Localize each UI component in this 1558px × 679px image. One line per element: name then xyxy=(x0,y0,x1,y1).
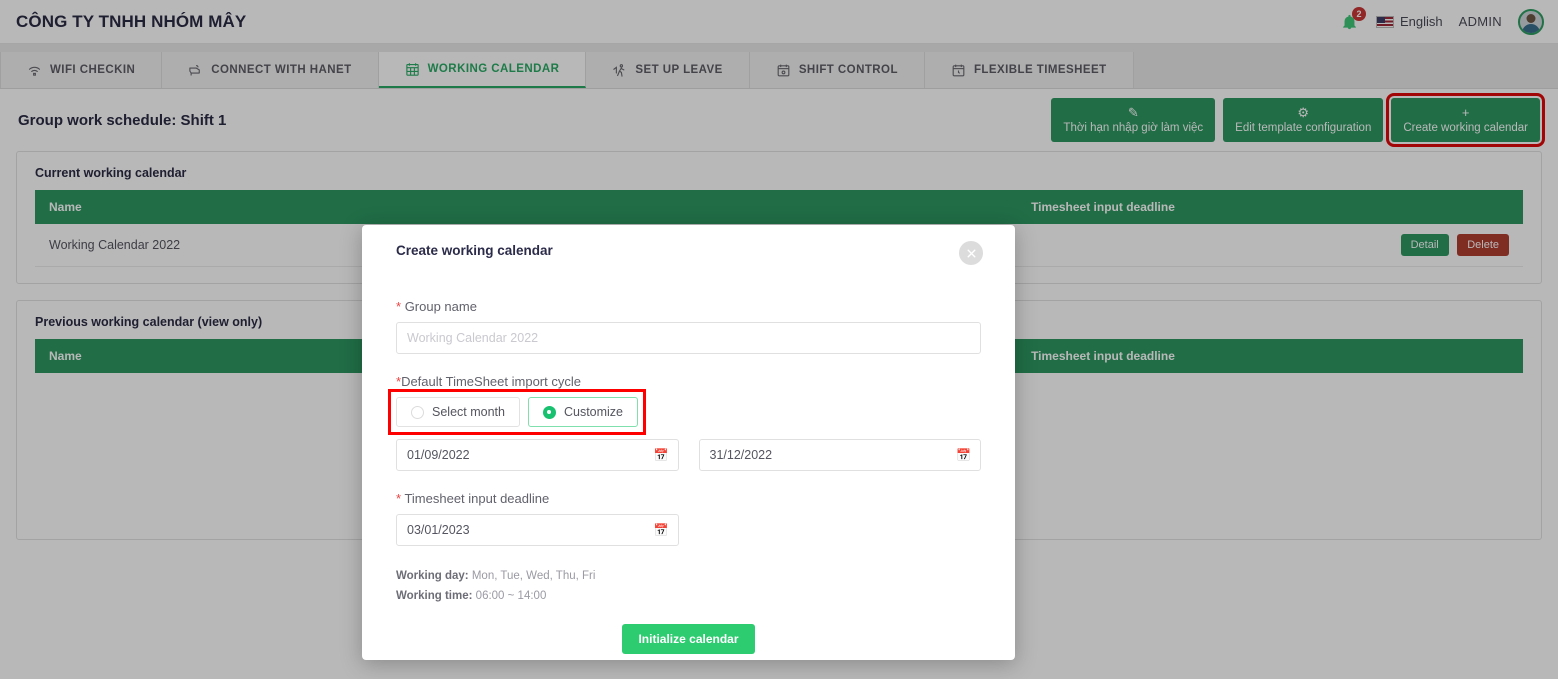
import-cycle-field-block: *Default TimeSheet import cycle Select m… xyxy=(387,374,981,471)
deadline-label: * Timesheet input deadline xyxy=(396,491,981,506)
modal-footer: Initialize calendar xyxy=(396,606,981,655)
close-circle-icon[interactable] xyxy=(959,241,983,265)
working-day-label: Working day: xyxy=(396,570,469,582)
group-name-label: * Group name xyxy=(396,299,981,314)
import-cycle-label: *Default TimeSheet import cycle xyxy=(396,374,981,389)
deadline-date-input[interactable] xyxy=(396,514,679,546)
schedule-meta: Working day: Mon, Tue, Wed, Thu, Fri Wor… xyxy=(396,566,981,606)
required-asterisk: * xyxy=(396,299,402,314)
field-label-text: Group name xyxy=(404,299,477,314)
field-label-text: Timesheet input deadline xyxy=(404,491,550,506)
deadline-row-spacer xyxy=(699,514,982,546)
modal-body: * Group name *Default TimeSheet import c… xyxy=(380,265,997,655)
deadline-row: 📅 xyxy=(396,514,981,546)
end-date-input[interactable] xyxy=(698,439,981,471)
end-date-wrapper: 📅 xyxy=(698,439,981,471)
import-cycle-radio-group: Select month Customize xyxy=(387,389,647,435)
working-time-label: Working time: xyxy=(396,590,473,603)
radio-label: Customize xyxy=(563,405,624,419)
start-date-wrapper: 📅 xyxy=(396,439,679,471)
deadline-field-block: * Timesheet input deadline 📅 xyxy=(396,491,981,546)
field-label-text: Default TimeSheet import cycle xyxy=(401,374,581,389)
working-time-line: Working time: 06:00 ~ 14:00 xyxy=(396,586,981,606)
group-name-input[interactable] xyxy=(396,322,981,354)
radio-customize[interactable]: Customize xyxy=(527,397,639,427)
working-day-value: Mon, Tue, Wed, Thu, Fri xyxy=(471,570,596,582)
create-working-calendar-modal: Create working calendar * Group name *De… xyxy=(362,225,1015,660)
group-name-field-block: * Group name xyxy=(396,299,981,354)
deadline-date-wrapper: 📅 xyxy=(396,514,679,546)
working-day-line: Working day: Mon, Tue, Wed, Thu, Fri xyxy=(396,566,981,586)
date-range-row: 📅 📅 xyxy=(396,439,981,471)
modal-title: Create working calendar xyxy=(396,243,553,258)
working-time-value: 06:00 ~ 14:00 xyxy=(475,590,547,603)
radio-select-month[interactable]: Select month xyxy=(396,397,520,427)
initialize-calendar-button[interactable]: Initialize calendar xyxy=(622,624,755,655)
modal-header: Create working calendar xyxy=(380,225,997,265)
modal-overlay: Create working calendar * Group name *De… xyxy=(0,0,1558,679)
start-date-input[interactable] xyxy=(396,439,679,471)
radio-label: Select month xyxy=(432,405,505,419)
radio-dot-icon xyxy=(542,405,556,419)
required-asterisk: * xyxy=(396,491,402,506)
radio-dot-icon xyxy=(411,405,424,419)
close-icon xyxy=(967,249,975,257)
